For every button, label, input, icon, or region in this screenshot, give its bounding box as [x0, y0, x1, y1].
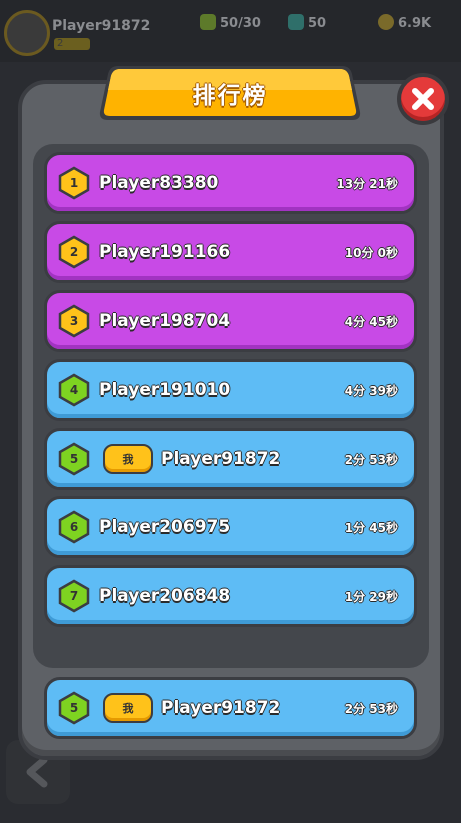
player-name: Player206848	[99, 586, 231, 606]
leaderboard-row-2: 2 Player191166 10分 0秒	[44, 221, 417, 283]
close-icon	[412, 88, 434, 110]
top-hud: Player91872 2 50/30 50 6.9K	[0, 0, 461, 62]
rank-number: 3	[69, 314, 79, 328]
energy-value: 50/30	[220, 16, 261, 31]
gem-value: 50	[308, 16, 327, 31]
player-time: 2分 53秒	[344, 701, 398, 716]
leaderboard-row-1: 1 Player83380 13分 21秒	[44, 152, 417, 214]
title-banner: 排行榜	[98, 60, 362, 126]
rank-number: 1	[69, 176, 79, 190]
player-name: Player91872	[161, 698, 281, 718]
player-name: Player83380	[99, 173, 219, 193]
close-button[interactable]	[397, 73, 449, 125]
leaderboard-title: 排行榜	[192, 83, 268, 109]
leaderboard-row-7: 7 Player206848 1分 29秒	[44, 565, 417, 627]
player-time: 10分 0秒	[344, 245, 398, 260]
me-badge: 我	[103, 444, 153, 474]
rank-badge: 4	[57, 373, 91, 407]
rank-number: 6	[69, 520, 79, 534]
player-time: 4分 45秒	[344, 314, 398, 329]
player-time: 1分 45秒	[344, 520, 398, 535]
rank-number: 5	[69, 701, 79, 715]
leaderboard-row-6: 6 Player206975 1分 45秒	[44, 496, 417, 558]
hud-player-name: Player91872	[52, 18, 151, 34]
player-name: Player191166	[99, 242, 231, 262]
me-badge: 我	[103, 693, 153, 723]
rank-number: 4	[69, 383, 79, 397]
energy-stat: 50/30	[200, 14, 261, 31]
rank-number: 5	[69, 452, 79, 466]
rank-badge: 5	[57, 691, 91, 725]
coin-value: 6.9K	[398, 16, 432, 31]
player-time: 4分 39秒	[344, 383, 398, 398]
player-name: Player91872	[161, 449, 281, 469]
player-name: Player206975	[99, 517, 231, 537]
energy-icon	[200, 14, 216, 30]
leaderboard-row-5: 5 我 Player91872 2分 53秒	[44, 428, 417, 490]
player-name: Player191010	[99, 380, 231, 400]
rank-badge: 3	[57, 304, 91, 338]
player-avatar[interactable]	[4, 10, 50, 56]
gem-icon	[288, 14, 304, 30]
rank-badge: 6	[57, 510, 91, 544]
rank-badge: 7	[57, 579, 91, 613]
rank-number: 2	[69, 245, 79, 259]
leaderboard-row-4: 4 Player191010 4分 39秒	[44, 359, 417, 421]
hud-level-badge: 2	[54, 38, 90, 50]
player-time: 2分 53秒	[344, 452, 398, 467]
rank-number: 7	[69, 589, 79, 603]
player-time: 1分 29秒	[344, 589, 398, 604]
leaderboard-row-3: 3 Player198704 4分 45秒	[44, 290, 417, 352]
coin-icon	[378, 14, 394, 30]
rank-badge: 1	[57, 166, 91, 200]
coin-stat: 6.9K	[378, 14, 431, 31]
player-time: 13分 21秒	[336, 176, 398, 191]
player-name: Player198704	[99, 311, 231, 331]
my-rank-row: 5 我 Player91872 2分 53秒	[44, 677, 417, 739]
gem-stat: 50	[288, 14, 326, 31]
rank-badge: 5	[57, 442, 91, 476]
rank-badge: 2	[57, 235, 91, 269]
